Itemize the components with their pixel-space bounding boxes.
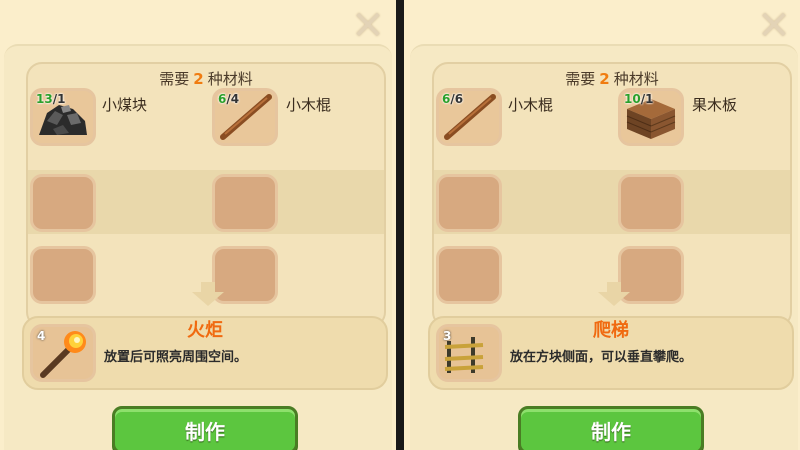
material-count: 13/1 <box>36 92 66 106</box>
empty-slot[interactable] <box>30 174 96 232</box>
material-count: 10/1 <box>624 92 654 106</box>
empty-slot[interactable] <box>212 174 278 232</box>
craft-panel-right: ✕ 需要 2 种材料 6/6 小木棍 10/1 果木板 爬梯 3 放在方块侧面，… <box>400 0 800 450</box>
material-name: 小煤块 <box>102 96 148 114</box>
close-icon: ✕ <box>351 3 385 49</box>
material-slot-plank[interactable]: 10/1 <box>618 88 684 146</box>
result-description: 放置后可照亮周围空间。 <box>104 350 248 365</box>
header-prefix: 需要 <box>565 70 596 88</box>
close-icon: ✕ <box>757 3 791 49</box>
result-count: 3 <box>443 329 452 343</box>
header-prefix: 需要 <box>159 70 190 88</box>
empty-slot[interactable] <box>618 174 684 232</box>
result-slot[interactable]: 4 <box>30 324 96 382</box>
close-button[interactable]: ✕ <box>346 6 390 46</box>
materials-header: 需要 2 种材料 <box>28 68 384 89</box>
empty-slot[interactable] <box>30 246 96 304</box>
material-slot-coal[interactable]: 13/1 <box>30 88 96 146</box>
close-button[interactable]: ✕ <box>752 6 796 46</box>
header-count: 2 <box>599 70 610 88</box>
result-box: 爬梯 3 放在方块侧面，可以垂直攀爬。 <box>428 316 794 390</box>
material-name: 果木板 <box>692 96 738 114</box>
material-name: 小木棍 <box>286 96 332 114</box>
craft-button[interactable]: 制作 <box>518 406 704 450</box>
result-description: 放在方块侧面，可以垂直攀爬。 <box>510 350 693 365</box>
craft-button-label: 制作 <box>591 419 631 444</box>
empty-slot[interactable] <box>436 174 502 232</box>
result-box: 火炬 4 放置后可照亮周围空间。 <box>22 316 388 390</box>
craft-sheet: 需要 2 种材料 6/6 小木棍 10/1 果木板 爬梯 3 放在方块侧面，可以… <box>410 44 798 450</box>
craft-button-label: 制作 <box>185 419 225 444</box>
materials-header: 需要 2 种材料 <box>434 68 790 89</box>
craft-panel-left: ✕ 需要 2 种材料 13/1 小煤块 6/4 小木棍 火炬 4 放置后可照亮周… <box>0 0 400 450</box>
result-slot[interactable]: 3 <box>436 324 502 382</box>
arrow-down-icon-head <box>598 292 630 306</box>
craft-sheet: 需要 2 种材料 13/1 小煤块 6/4 小木棍 火炬 4 放置后可照亮周围空… <box>4 44 392 450</box>
material-count: 6/4 <box>218 92 240 106</box>
header-count: 2 <box>193 70 204 88</box>
material-count: 6/6 <box>442 92 464 106</box>
header-suffix: 种材料 <box>207 70 253 88</box>
empty-slot[interactable] <box>436 246 502 304</box>
result-count: 4 <box>37 329 46 343</box>
material-slot-stick[interactable]: 6/4 <box>212 88 278 146</box>
material-slot-stick[interactable]: 6/6 <box>436 88 502 146</box>
arrow-down-icon-head <box>192 292 224 306</box>
craft-button[interactable]: 制作 <box>112 406 298 450</box>
header-suffix: 种材料 <box>613 70 659 88</box>
material-name: 小木棍 <box>508 96 554 114</box>
